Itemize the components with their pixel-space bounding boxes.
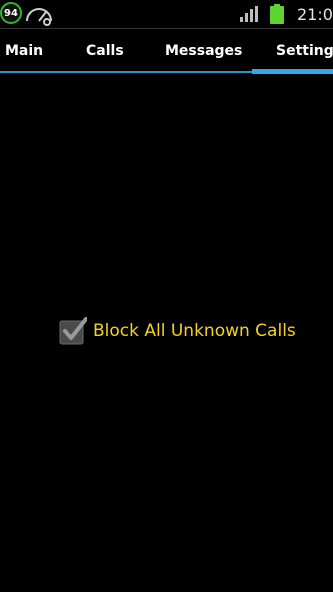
status-clock: 21:08 xyxy=(297,5,333,24)
tab-setting[interactable]: Setting xyxy=(276,43,333,59)
battery-icon xyxy=(270,4,284,24)
status-bar: 94 21:08 xyxy=(0,0,333,28)
tab-calls[interactable]: Calls xyxy=(86,43,124,59)
block-unknown-checkbox[interactable] xyxy=(59,317,87,345)
active-tab-indicator xyxy=(252,69,333,74)
battery-percent: 94 xyxy=(4,7,18,19)
tab-main[interactable]: Main xyxy=(5,43,43,59)
speedometer-icon xyxy=(26,8,52,26)
tab-messages[interactable]: Messages xyxy=(165,43,242,59)
battery-circle-icon: 94 xyxy=(0,2,22,24)
block-unknown-label: Block All Unknown Calls xyxy=(93,321,296,341)
block-unknown-calls-row[interactable]: Block All Unknown Calls xyxy=(59,317,296,345)
signal-icon xyxy=(240,6,258,22)
